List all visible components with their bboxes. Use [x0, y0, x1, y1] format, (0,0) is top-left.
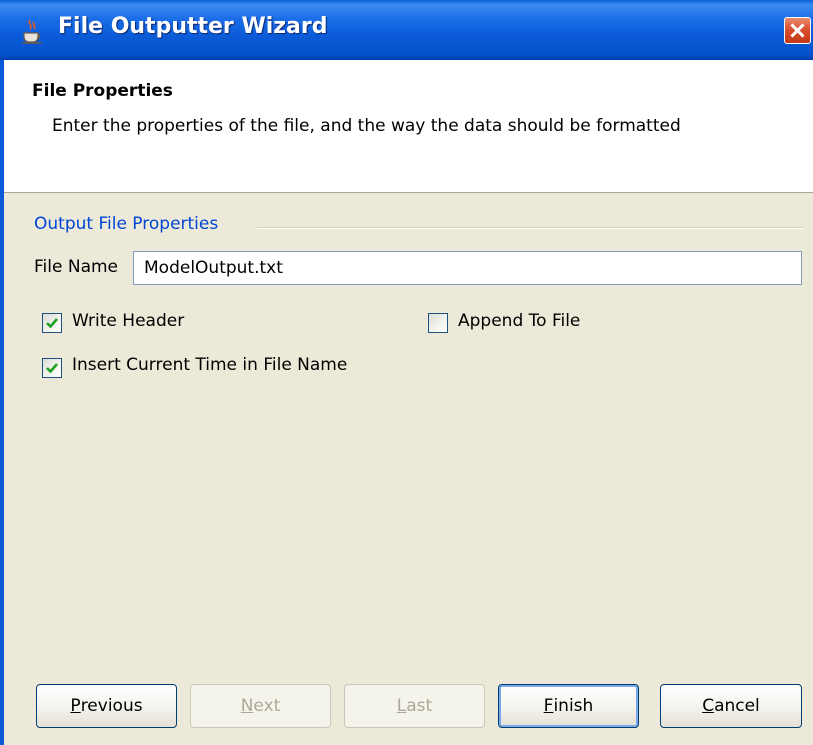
- check-icon: [46, 318, 58, 329]
- page-description: Enter the properties of the file, and th…: [52, 116, 681, 136]
- next-button[interactable]: Next: [190, 684, 331, 728]
- append-to-file-checkbox[interactable]: [428, 313, 448, 333]
- close-button[interactable]: [784, 17, 811, 44]
- last-button[interactable]: Last: [344, 684, 485, 728]
- file-name-field[interactable]: [133, 251, 802, 285]
- java-cup-icon: [22, 19, 42, 44]
- write-header-label: Write Header: [72, 311, 185, 331]
- window-title: File Outputter Wizard: [58, 14, 328, 39]
- previous-button[interactable]: Previous: [36, 684, 177, 728]
- page-title: File Properties: [32, 81, 173, 101]
- insert-time-checkbox[interactable]: [42, 358, 62, 378]
- group-title: Output File Properties: [34, 214, 219, 234]
- group-divider: [257, 227, 804, 229]
- check-icon: [46, 363, 58, 374]
- write-header-checkbox[interactable]: [42, 313, 62, 333]
- title-bar[interactable]: File Outputter Wizard: [0, 0, 813, 60]
- file-name-label: File Name: [34, 257, 119, 277]
- wizard-window: File Outputter Wizard File Properties En…: [0, 0, 813, 745]
- append-to-file-label: Append To File: [458, 311, 581, 331]
- insert-time-label: Insert Current Time in File Name: [72, 355, 348, 375]
- cancel-button[interactable]: Cancel: [660, 684, 802, 728]
- finish-button[interactable]: Finish: [498, 684, 639, 728]
